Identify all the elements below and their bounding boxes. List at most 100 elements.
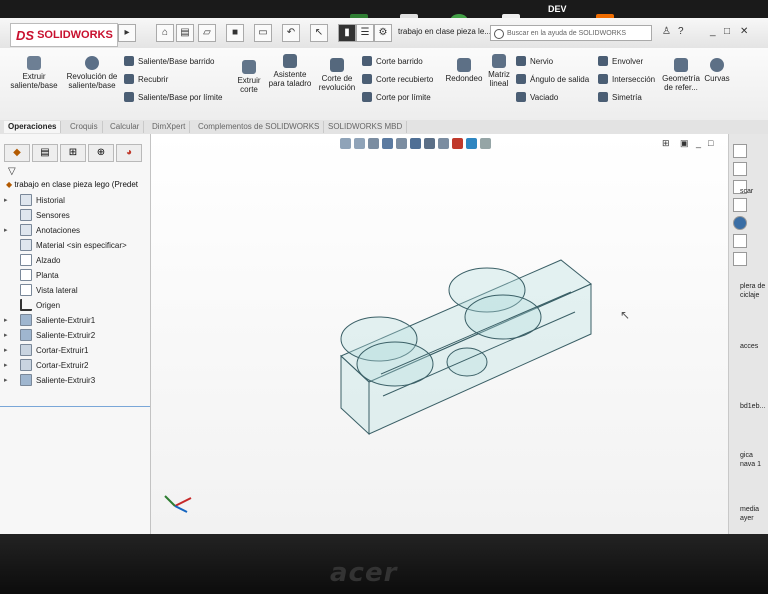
tree-item-label: Cortar-Extruir1 xyxy=(36,345,89,355)
resources-icon[interactable] xyxy=(733,144,747,158)
view-orientation-icon[interactable] xyxy=(410,138,421,149)
previous-view-icon[interactable] xyxy=(368,138,379,149)
tree-item-saliente-extruir1[interactable]: Saliente-Extruir1 xyxy=(20,314,95,326)
revolve-boss-button[interactable]: Revolución de saliente/base xyxy=(66,56,118,90)
home-icon[interactable]: ⌂ xyxy=(156,24,174,42)
reference-geometry-button[interactable]: Geometría de refer... xyxy=(662,58,700,92)
view-settings-icon[interactable] xyxy=(480,138,491,149)
extrude-cut-button[interactable]: Extruir corte xyxy=(234,60,264,94)
revolved-cut-button[interactable]: Corte de revolución xyxy=(314,58,360,92)
tab-complementos[interactable]: Complementos de SOLIDWORKS xyxy=(194,121,325,133)
dimxpert-manager-tab-icon[interactable]: ⊕ xyxy=(88,144,114,162)
print-icon[interactable]: ▭ xyxy=(254,24,272,42)
tree-item-historial[interactable]: Historial xyxy=(20,194,65,206)
tree-root-part[interactable]: ◆ trabajo en clase pieza lego (Predet xyxy=(6,180,138,189)
expand-arrow-icon[interactable]: ▸ xyxy=(4,376,8,384)
tree-item-vista-lateral[interactable]: Vista lateral xyxy=(20,284,78,296)
lofted-cut-button[interactable]: Corte recubierto xyxy=(362,74,433,84)
tree-item-sensores[interactable]: Sensores xyxy=(20,209,70,221)
minimize-icon[interactable]: _ xyxy=(710,26,716,37)
expand-arrow-icon[interactable]: ▸ xyxy=(4,361,8,369)
viewport-maximize-icon[interactable]: □ xyxy=(708,138,713,148)
expand-arrow-icon[interactable]: ▸ xyxy=(4,196,8,204)
help-search-input[interactable]: Buscar en la ayuda de SOLIDWORKS xyxy=(490,25,652,41)
section-view-icon[interactable] xyxy=(382,138,393,149)
curves-button[interactable]: Curvas xyxy=(704,58,730,83)
viewport-restore-icon[interactable]: ▣ xyxy=(680,138,689,149)
tree-item-cortar-extruir2[interactable]: Cortar-Extruir2 xyxy=(20,359,88,371)
tab-croquis[interactable]: Croquis xyxy=(66,121,103,133)
intersect-button[interactable]: Intersección xyxy=(598,74,655,84)
swept-cut-button[interactable]: Corte barrido xyxy=(362,56,423,66)
rib-button[interactable]: Nervio xyxy=(516,56,553,66)
swept-boss-button[interactable]: Saliente/Base barrido xyxy=(124,56,215,66)
rebuild-icon[interactable]: ▮ xyxy=(338,24,356,42)
plane-icon xyxy=(20,269,32,281)
shell-button[interactable]: Vaciado xyxy=(516,92,558,102)
tree-item-alzado[interactable]: Alzado xyxy=(20,254,60,266)
configuration-manager-tab-icon[interactable]: ⊞ xyxy=(60,144,86,162)
select-cursor-icon[interactable]: ↖ xyxy=(310,24,328,42)
tree-item-material[interactable]: Material <sin especificar> xyxy=(20,239,127,251)
dynamic-annotation-icon[interactable] xyxy=(396,138,407,149)
tree-item-label: Cortar-Extruir2 xyxy=(36,360,89,370)
display-manager-tab-icon[interactable]: ◕ xyxy=(116,144,142,162)
appearances-icon[interactable] xyxy=(733,216,747,230)
ds-logo-icon: DS xyxy=(16,27,35,43)
scene-icon[interactable] xyxy=(466,138,477,149)
expand-arrow-icon[interactable]: ▸ xyxy=(4,226,8,234)
file-properties-icon[interactable]: ☰ xyxy=(356,24,374,42)
undo-icon[interactable]: ↶ xyxy=(282,24,300,42)
expand-arrow-icon[interactable]: ▸ xyxy=(4,316,8,324)
viewport-split-icon[interactable]: ⊞ xyxy=(662,138,670,149)
solidworks-logo[interactable]: DS SOLIDWORKS xyxy=(10,23,118,47)
draft-button[interactable]: Ángulo de salida xyxy=(516,74,589,84)
expand-menu-button[interactable]: ▸ xyxy=(118,24,136,42)
custom-properties-icon[interactable] xyxy=(733,234,747,248)
solidworks-forum-icon[interactable] xyxy=(733,252,747,266)
options-gear-icon[interactable]: ⚙ xyxy=(374,24,392,42)
hole-wizard-button[interactable]: Asistente para taladro xyxy=(266,54,314,88)
view-palette-icon[interactable] xyxy=(733,198,747,212)
tab-dimxpert[interactable]: DimXpert xyxy=(148,121,191,133)
tree-item-saliente-extruir2[interactable]: Saliente-Extruir2 xyxy=(20,329,95,341)
wrap-button[interactable]: Envolver xyxy=(598,56,643,66)
display-style-icon[interactable] xyxy=(424,138,435,149)
help-icon[interactable]: ? xyxy=(678,26,684,37)
property-manager-tab-icon[interactable]: ▤ xyxy=(32,144,58,162)
linear-pattern-button[interactable]: Matriz lineal xyxy=(486,54,512,88)
tree-item-planta[interactable]: Planta xyxy=(20,269,59,281)
zoom-area-icon[interactable] xyxy=(354,138,365,149)
new-document-icon[interactable]: ▤ xyxy=(176,24,194,42)
viewport-minimize-icon[interactable]: _ xyxy=(696,138,701,148)
tree-item-cortar-extruir1[interactable]: Cortar-Extruir1 xyxy=(20,344,88,356)
close-icon[interactable]: ✕ xyxy=(740,26,748,37)
zoom-fit-icon[interactable] xyxy=(340,138,351,149)
tree-item-anotaciones[interactable]: Anotaciones xyxy=(20,224,80,236)
filter-icon[interactable]: ▽ xyxy=(8,166,16,177)
save-icon[interactable]: ■ xyxy=(226,24,244,42)
boundary-cut-button[interactable]: Corte por límite xyxy=(362,92,431,102)
expand-arrow-icon[interactable]: ▸ xyxy=(4,346,8,354)
feature-manager-tab-icon[interactable]: ◆ xyxy=(4,144,30,162)
edit-appearance-icon[interactable] xyxy=(452,138,463,149)
extrude-boss-button[interactable]: Extruir saliente/base xyxy=(8,56,60,90)
design-library-icon[interactable] xyxy=(733,162,747,176)
hide-show-icon[interactable] xyxy=(438,138,449,149)
rollback-bar[interactable] xyxy=(0,406,150,407)
loft-button[interactable]: Recubrir xyxy=(124,74,168,84)
tab-calcular[interactable]: Calcular xyxy=(106,121,145,133)
user-icon[interactable]: ♙ xyxy=(662,26,671,37)
search-icon xyxy=(494,29,504,39)
tree-item-origen[interactable]: Origen xyxy=(20,299,60,311)
fillet-button[interactable]: Redondeo xyxy=(444,58,484,83)
tab-solidworks-mbd[interactable]: SOLIDWORKS MBD xyxy=(324,121,408,133)
maximize-icon[interactable]: □ xyxy=(724,26,730,37)
expand-arrow-icon[interactable]: ▸ xyxy=(4,331,8,339)
tree-item-saliente-extruir3[interactable]: Saliente-Extruir3 xyxy=(20,374,95,386)
mirror-button[interactable]: Simetría xyxy=(598,92,642,102)
boundary-boss-button[interactable]: Saliente/Base por límite xyxy=(124,92,223,102)
tab-operaciones[interactable]: Operaciones xyxy=(4,121,62,133)
open-icon[interactable]: ▱ xyxy=(198,24,216,42)
graphics-viewport[interactable] xyxy=(151,134,728,534)
